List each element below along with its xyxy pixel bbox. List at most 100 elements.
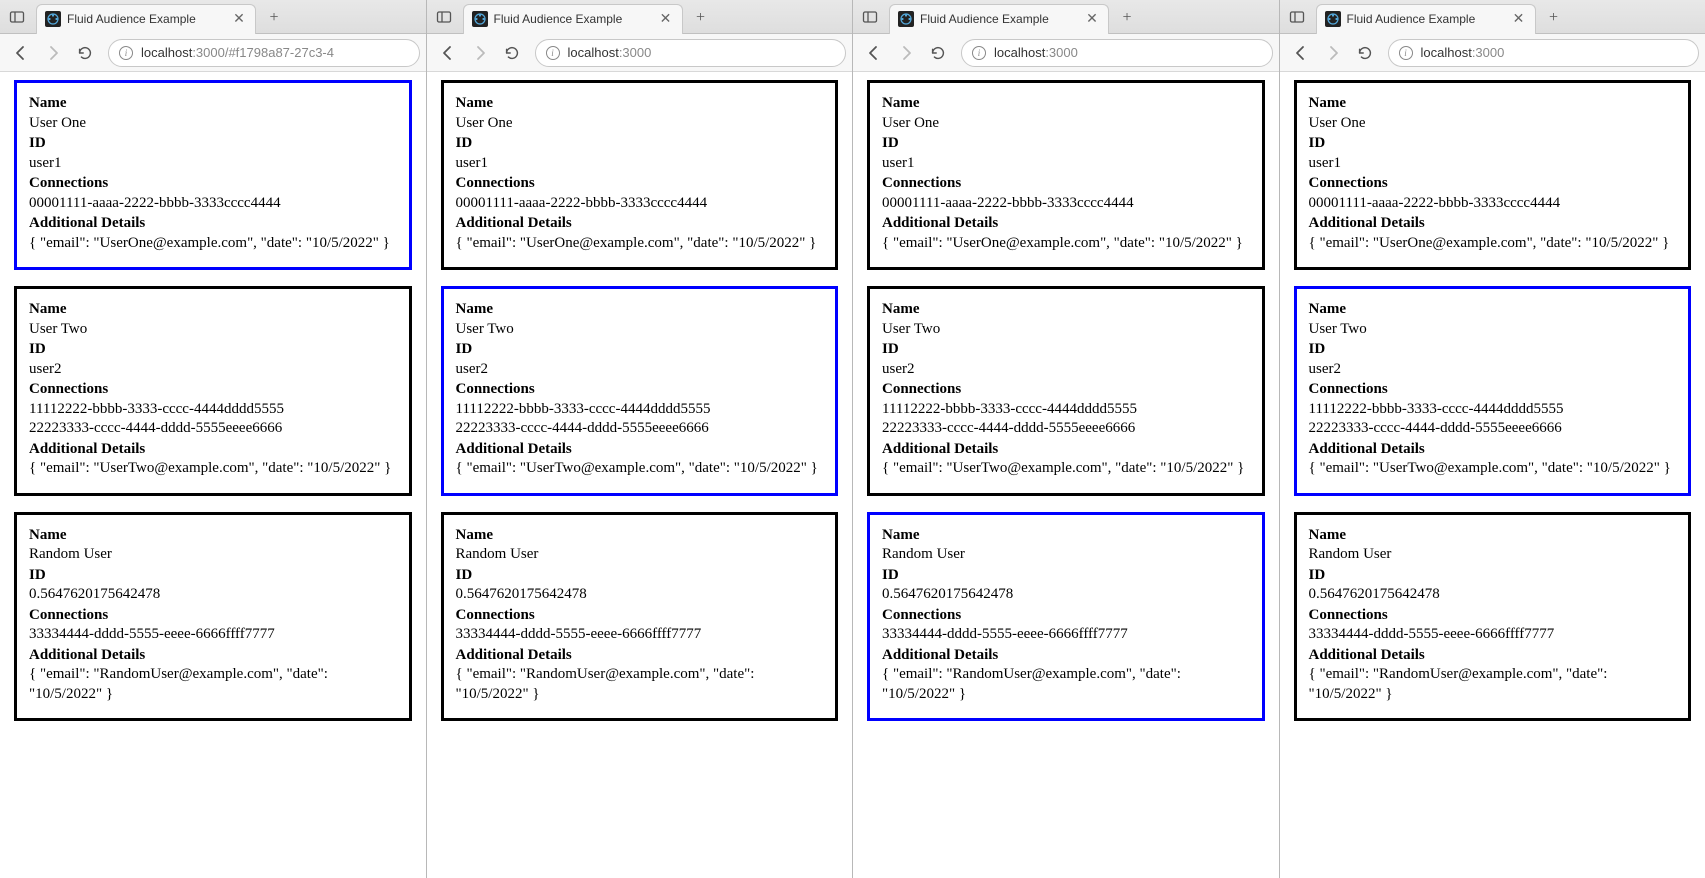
- details-value: { "email": "UserOne@example.com", "date"…: [882, 234, 1250, 254]
- connections-label: Connections: [882, 174, 1250, 194]
- back-button[interactable]: [1286, 38, 1316, 68]
- connection-id: 11112222-bbbb-3333-cccc-4444dddd5555: [29, 400, 397, 420]
- details-value: { "email": "UserTwo@example.com", "date"…: [1309, 459, 1677, 479]
- id-value: user1: [882, 154, 1250, 174]
- browser-window: Fluid Audience Example ✕ + i localhost:3…: [1280, 0, 1705, 878]
- details-label: Additional Details: [456, 440, 824, 460]
- id-value: 0.5647620175642478: [29, 585, 397, 605]
- forward-button[interactable]: [465, 38, 495, 68]
- id-value: user2: [1309, 360, 1677, 380]
- audience-member-card: Name Random User ID 0.5647620175642478 C…: [1294, 512, 1692, 722]
- browser-tab[interactable]: Fluid Audience Example ✕: [36, 4, 256, 34]
- browser-tab[interactable]: Fluid Audience Example ✕: [889, 4, 1109, 34]
- address-bar[interactable]: i localhost:3000/#f1798a87-27c3-4: [108, 39, 420, 67]
- new-tab-button[interactable]: +: [260, 4, 288, 32]
- name-value: Random User: [456, 545, 824, 565]
- id-value: 0.5647620175642478: [1309, 585, 1677, 605]
- connection-id: 11112222-bbbb-3333-cccc-4444dddd5555: [882, 400, 1250, 420]
- reload-button[interactable]: [923, 38, 953, 68]
- back-button[interactable]: [433, 38, 463, 68]
- details-value: { "email": "UserTwo@example.com", "date"…: [882, 459, 1250, 479]
- name-label: Name: [882, 300, 1250, 320]
- name-value: User One: [456, 114, 824, 134]
- audience-member-card: Name User Two ID user2 Connections 11112…: [441, 286, 839, 496]
- details-label: Additional Details: [882, 214, 1250, 234]
- name-label: Name: [29, 94, 397, 114]
- url-text: localhost:3000: [568, 45, 652, 60]
- forward-button[interactable]: [1318, 38, 1348, 68]
- id-label: ID: [29, 566, 397, 586]
- new-tab-button[interactable]: +: [687, 4, 715, 32]
- url-text: localhost:3000: [1421, 45, 1505, 60]
- name-label: Name: [29, 526, 397, 546]
- id-label: ID: [456, 134, 824, 154]
- forward-button[interactable]: [38, 38, 68, 68]
- connections-label: Connections: [1309, 174, 1677, 194]
- id-label: ID: [456, 566, 824, 586]
- audience-member-card: Name User One ID user1 Connections 00001…: [1294, 80, 1692, 270]
- details-label: Additional Details: [1309, 646, 1677, 666]
- browser-tab[interactable]: Fluid Audience Example ✕: [463, 4, 683, 34]
- details-value: { "email": "RandomUser@example.com", "da…: [29, 665, 397, 704]
- connections-label: Connections: [882, 380, 1250, 400]
- browser-tab[interactable]: Fluid Audience Example ✕: [1316, 4, 1536, 34]
- name-value: User One: [1309, 114, 1677, 134]
- name-value: User Two: [456, 320, 824, 340]
- info-icon[interactable]: i: [1399, 46, 1413, 60]
- name-value: Random User: [882, 545, 1250, 565]
- connection-id: 00001111-aaaa-2222-bbbb-3333cccc4444: [882, 194, 1250, 214]
- tab-actions-button[interactable]: [4, 4, 30, 30]
- details-label: Additional Details: [882, 440, 1250, 460]
- back-button[interactable]: [6, 38, 36, 68]
- info-icon[interactable]: i: [546, 46, 560, 60]
- address-bar[interactable]: i localhost:3000: [1388, 39, 1700, 67]
- name-label: Name: [456, 94, 824, 114]
- close-icon[interactable]: ✕: [1511, 11, 1527, 27]
- forward-button[interactable]: [891, 38, 921, 68]
- favicon-icon: [1325, 11, 1341, 27]
- new-tab-button[interactable]: +: [1113, 4, 1141, 32]
- details-label: Additional Details: [1309, 440, 1677, 460]
- close-icon[interactable]: ✕: [658, 11, 674, 27]
- info-icon[interactable]: i: [119, 46, 133, 60]
- close-icon[interactable]: ✕: [231, 11, 247, 27]
- id-label: ID: [29, 340, 397, 360]
- tab-actions-button[interactable]: [431, 4, 457, 30]
- reload-button[interactable]: [70, 38, 100, 68]
- audience-member-card: Name Random User ID 0.5647620175642478 C…: [441, 512, 839, 722]
- details-label: Additional Details: [882, 646, 1250, 666]
- new-tab-button[interactable]: +: [1540, 4, 1568, 32]
- name-label: Name: [456, 300, 824, 320]
- connections-label: Connections: [29, 606, 397, 626]
- titlebar: Fluid Audience Example ✕ +: [1280, 0, 1705, 34]
- id-label: ID: [1309, 340, 1677, 360]
- back-button[interactable]: [859, 38, 889, 68]
- details-label: Additional Details: [29, 214, 397, 234]
- name-value: User Two: [29, 320, 397, 340]
- id-label: ID: [29, 134, 397, 154]
- id-value: user1: [29, 154, 397, 174]
- toolbar: i localhost:3000/#f1798a87-27c3-4: [0, 34, 426, 72]
- address-bar[interactable]: i localhost:3000: [535, 39, 847, 67]
- id-label: ID: [882, 566, 1250, 586]
- details-value: { "email": "RandomUser@example.com", "da…: [1309, 665, 1677, 704]
- id-label: ID: [882, 340, 1250, 360]
- page-content: Name User One ID user1 Connections 00001…: [853, 72, 1279, 878]
- info-icon[interactable]: i: [972, 46, 986, 60]
- details-label: Additional Details: [1309, 214, 1677, 234]
- name-label: Name: [1309, 526, 1677, 546]
- url-text: localhost:3000/#f1798a87-27c3-4: [141, 45, 334, 60]
- details-value: { "email": "UserOne@example.com", "date"…: [1309, 234, 1677, 254]
- details-value: { "email": "UserTwo@example.com", "date"…: [29, 459, 397, 479]
- tab-actions-button[interactable]: [1284, 4, 1310, 30]
- toolbar: i localhost:3000: [427, 34, 853, 72]
- audience-member-card: Name User One ID user1 Connections 00001…: [14, 80, 412, 270]
- connection-id: 33334444-dddd-5555-eeee-6666ffff7777: [456, 625, 824, 645]
- close-icon[interactable]: ✕: [1084, 11, 1100, 27]
- details-label: Additional Details: [29, 440, 397, 460]
- reload-button[interactable]: [497, 38, 527, 68]
- reload-button[interactable]: [1350, 38, 1380, 68]
- tab-actions-button[interactable]: [857, 4, 883, 30]
- address-bar[interactable]: i localhost:3000: [961, 39, 1273, 67]
- connections-label: Connections: [1309, 606, 1677, 626]
